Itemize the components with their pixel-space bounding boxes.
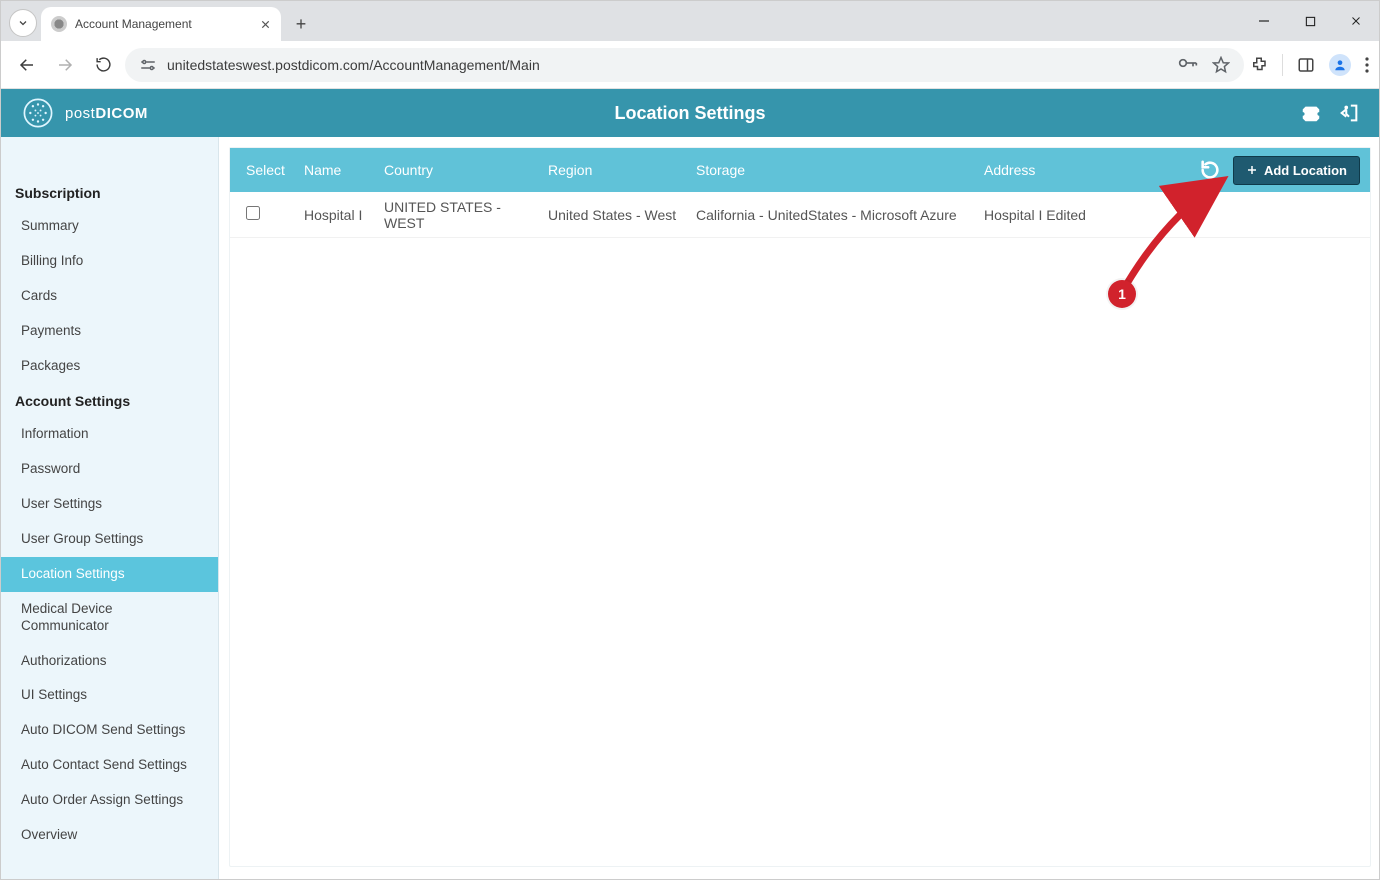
sidebar-item-password[interactable]: Password (1, 452, 218, 487)
nav-reload-button[interactable] (87, 49, 119, 81)
sidebar-item-information[interactable]: Information (1, 417, 218, 452)
profile-avatar[interactable] (1329, 54, 1351, 76)
minimize-icon (1258, 15, 1270, 27)
add-location-button[interactable]: Add Location (1233, 156, 1360, 185)
close-icon (260, 19, 271, 30)
close-icon (1350, 15, 1362, 27)
row-checkbox[interactable] (246, 206, 260, 220)
app-header: postDICOM Location Settings (1, 89, 1379, 137)
sidebar-item-overview[interactable]: Overview (1, 818, 218, 853)
omnibox[interactable]: unitedstateswest.postdicom.com/AccountMa… (125, 48, 1244, 82)
sidebar-item-user-settings[interactable]: User Settings (1, 487, 218, 522)
exit-icon[interactable] (1337, 102, 1361, 124)
maximize-icon (1305, 16, 1316, 27)
nav-back-button[interactable] (11, 49, 43, 81)
url-text: unitedstateswest.postdicom.com/AccountMa… (167, 57, 540, 73)
sidebar-item-auto-order-assign-settings[interactable]: Auto Order Assign Settings (1, 783, 218, 818)
chevron-down-icon (17, 17, 29, 29)
logo-mark-icon (21, 96, 55, 130)
person-icon (1333, 58, 1347, 72)
sidebar-item-auto-dicom-send-settings[interactable]: Auto DICOM Send Settings (1, 713, 218, 748)
separator (1282, 54, 1283, 76)
sidebar-item-ui-settings[interactable]: UI Settings (1, 678, 218, 713)
chrome-menu-button[interactable] (1365, 57, 1369, 73)
window-maximize-button[interactable] (1287, 1, 1333, 41)
sidebar-item-payments[interactable]: Payments (1, 314, 218, 349)
col-header-region[interactable]: Region (542, 162, 690, 178)
cell-country: UNITED STATES - WEST (378, 199, 542, 231)
sidebar-item-auto-contact-send-settings[interactable]: Auto Contact Send Settings (1, 748, 218, 783)
tab-close-button[interactable] (260, 19, 271, 30)
sidebar: SubscriptionSummaryBilling InfoCardsPaym… (1, 137, 219, 879)
ticket-icon[interactable] (1299, 102, 1323, 124)
window-close-button[interactable] (1333, 1, 1379, 41)
arrow-left-icon (18, 56, 36, 74)
add-location-label: Add Location (1264, 163, 1347, 178)
col-header-select[interactable]: Select (240, 162, 298, 178)
sidebar-item-packages[interactable]: Packages (1, 349, 218, 384)
sidebar-item-cards[interactable]: Cards (1, 279, 218, 314)
browser-address-bar: unitedstateswest.postdicom.com/AccountMa… (1, 41, 1379, 89)
brand-text: postDICOM (65, 105, 148, 122)
bookmark-star-icon[interactable] (1212, 56, 1230, 74)
locations-panel: Select Name Country Region Storage Addre… (229, 147, 1371, 867)
sidebar-group-header: Account Settings (1, 383, 218, 417)
cell-region: United States - West (542, 207, 690, 223)
page-title: Location Settings (614, 103, 765, 124)
window-minimize-button[interactable] (1241, 1, 1287, 41)
annotation-badge: 1 (1108, 280, 1136, 308)
browser-tab[interactable]: Account Management (41, 7, 281, 41)
sidebar-item-summary[interactable]: Summary (1, 209, 218, 244)
tab-title: Account Management (75, 17, 192, 31)
nav-forward-button[interactable] (49, 49, 81, 81)
sidebar-item-medical-device-communicator[interactable]: Medical Device Communicator (1, 592, 218, 644)
brand-logo[interactable]: postDICOM (1, 96, 148, 130)
new-tab-button[interactable]: + (287, 10, 315, 38)
site-settings-icon[interactable] (139, 58, 157, 72)
sidebar-item-location-settings[interactable]: Location Settings (1, 557, 218, 592)
reload-icon (95, 56, 112, 73)
plus-icon (1246, 164, 1258, 176)
kebab-icon (1365, 57, 1369, 73)
sidebar-item-authorizations[interactable]: Authorizations (1, 644, 218, 679)
col-header-storage[interactable]: Storage (690, 162, 978, 178)
sidebar-item-user-group-settings[interactable]: User Group Settings (1, 522, 218, 557)
col-header-name[interactable]: Name (298, 162, 378, 178)
password-key-icon[interactable] (1178, 56, 1198, 74)
cell-name: Hospital I (298, 207, 378, 223)
browser-titlebar: Account Management + (1, 1, 1379, 41)
col-header-country[interactable]: Country (378, 162, 542, 178)
arrow-right-icon (56, 56, 74, 74)
sidebar-group-header: Subscription (1, 175, 218, 209)
window-controls (1241, 1, 1379, 41)
tab-dropdown-button[interactable] (9, 9, 37, 37)
cell-storage: California - UnitedStates - Microsoft Az… (690, 207, 978, 223)
extensions-icon[interactable] (1250, 56, 1268, 74)
favicon-icon (51, 16, 67, 32)
sidebar-item-billing-info[interactable]: Billing Info (1, 244, 218, 279)
main-content: Select Name Country Region Storage Addre… (219, 137, 1379, 879)
side-panel-icon[interactable] (1297, 56, 1315, 74)
